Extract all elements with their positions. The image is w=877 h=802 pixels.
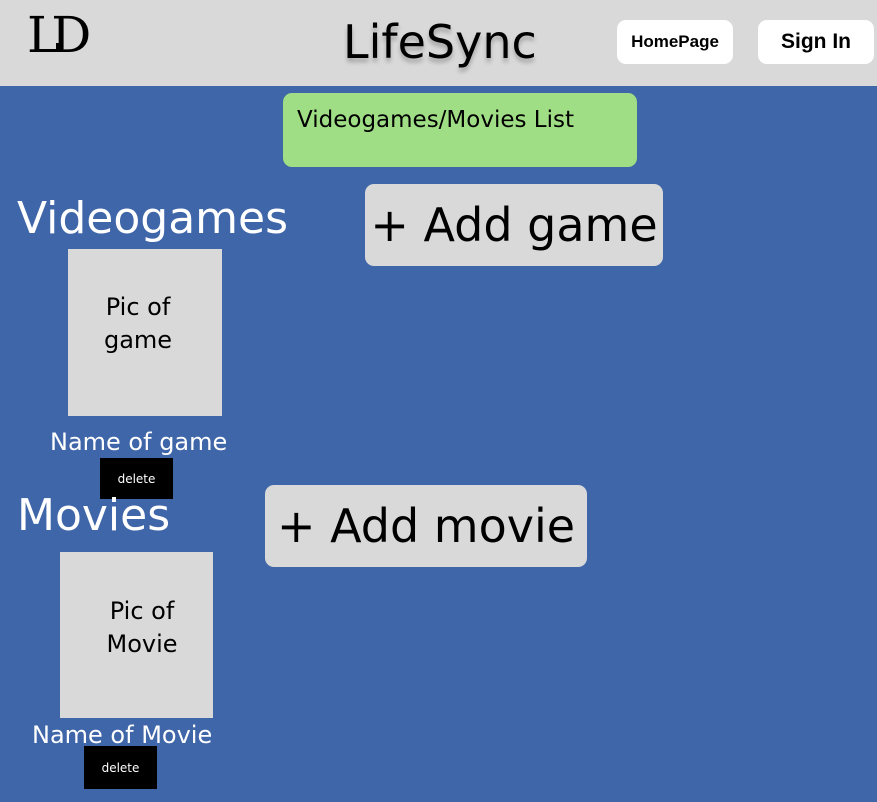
list-title: Videogames/Movies List — [297, 107, 574, 133]
game-picture-label-line2: game — [103, 326, 173, 354]
homepage-button[interactable]: HomePage — [617, 20, 733, 64]
videogames-heading: Videogames — [17, 193, 289, 244]
sign-in-button[interactable]: Sign In — [758, 20, 874, 64]
list-title-banner: Videogames/Movies List — [283, 93, 637, 167]
top-header: LD LifeSync HomePage Sign In — [0, 0, 877, 86]
game-picture-label: Pic of game — [68, 291, 208, 357]
movies-heading: Movies — [17, 490, 171, 541]
add-game-button[interactable]: + Add game — [365, 184, 663, 266]
game-picture-placeholder: Pic of game — [68, 249, 222, 416]
movie-picture-label-line1: Pic of — [109, 597, 175, 625]
game-picture-label-line1: Pic of — [105, 293, 171, 321]
movie-picture-label: Pic of Movie — [65, 595, 219, 661]
game-name: Name of game — [50, 428, 228, 456]
app-title: LifeSync — [343, 15, 537, 69]
logo: LD — [27, 6, 91, 64]
movie-picture-placeholder: Pic of Movie — [60, 552, 213, 718]
delete-movie-button[interactable]: delete — [84, 746, 157, 789]
add-movie-button[interactable]: + Add movie — [265, 485, 587, 567]
movie-picture-label-line2: Movie — [106, 630, 178, 658]
